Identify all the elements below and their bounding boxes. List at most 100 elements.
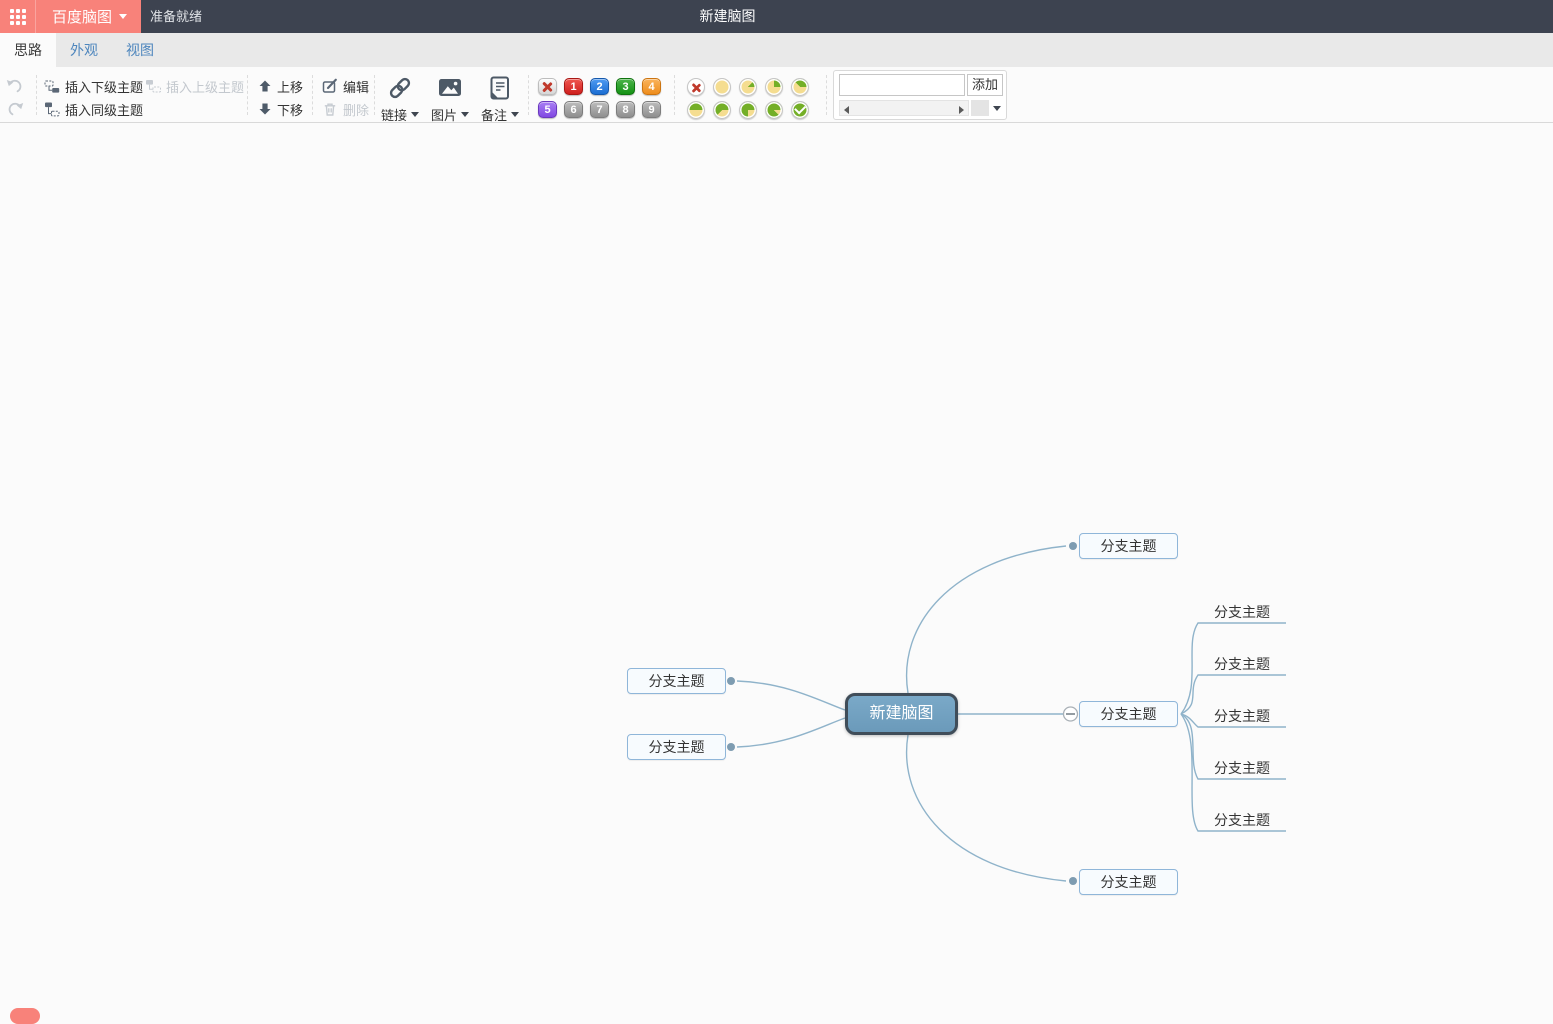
connector-dot <box>1069 877 1077 885</box>
delete-button[interactable]: 删除 <box>322 99 369 119</box>
progress-2-8-button[interactable] <box>765 78 783 96</box>
connector-dot <box>1069 542 1077 550</box>
progress-7-8-button[interactable] <box>765 101 783 119</box>
sub-branch-node-2[interactable]: 分支主题 <box>1198 656 1286 673</box>
insert-child-topic-button[interactable]: 插入下级主题 <box>44 76 143 96</box>
separator <box>826 75 827 115</box>
progress-3-8-button[interactable] <box>791 78 809 96</box>
insert-child-label: 插入下级主题 <box>65 79 144 95</box>
edit-label: 编辑 <box>343 79 370 95</box>
tag-dropdown-button[interactable] <box>993 106 1001 111</box>
insert-child-icon <box>44 78 60 94</box>
priority-8-button[interactable]: 8 <box>616 101 635 118</box>
arrow-down-icon <box>258 102 272 116</box>
priority-3-button[interactable]: 3 <box>616 78 635 95</box>
progress-done-button[interactable] <box>791 101 809 119</box>
progress-0-button[interactable] <box>713 78 731 96</box>
brand-menu-button[interactable]: 百度脑图 <box>36 0 141 33</box>
branch-node-right-middle[interactable]: 分支主题 <box>1079 701 1178 727</box>
mindmap-canvas[interactable]: 新建脑图 分支主题 分支主题 分支主题 分支主题 分支主题 分支主题 分支主题 … <box>0 124 1553 1017</box>
note-button[interactable]: 备注 <box>478 73 522 124</box>
root-node[interactable]: 新建脑图 <box>845 693 958 735</box>
tag-add-button[interactable]: 添加 <box>967 74 1003 96</box>
note-label: 备注 <box>480 108 507 123</box>
progress-4-8-button[interactable] <box>687 101 705 119</box>
separator <box>36 75 37 115</box>
trash-icon <box>322 101 338 117</box>
separator <box>312 75 313 115</box>
progress-5-8-button[interactable] <box>713 101 731 119</box>
tag-scroll-thumb[interactable] <box>971 100 989 116</box>
branch-node-right-bottom[interactable]: 分支主题 <box>1079 869 1178 895</box>
move-down-button[interactable]: 下移 <box>258 99 303 119</box>
link-button[interactable]: 链接 <box>378 73 422 124</box>
image-button[interactable]: 图片 <box>428 73 472 124</box>
undo-button[interactable] <box>4 75 26 97</box>
check-icon <box>794 102 806 115</box>
toolbar: 插入下级主题 插入上级主题 插入同级主题 上移 下移 编辑 删除 链接 图片 备… <box>0 67 1553 123</box>
delete-label: 删除 <box>343 102 370 118</box>
scroll-left-icon[interactable] <box>844 105 849 114</box>
insert-parent-label: 插入上级主题 <box>166 79 245 95</box>
connector-dot <box>727 677 735 685</box>
sub-branch-node-4[interactable]: 分支主题 <box>1198 760 1286 777</box>
corner-floating-button[interactable] <box>10 1008 40 1024</box>
separator <box>528 75 529 115</box>
priority-clear-button[interactable] <box>538 78 557 95</box>
tab-ideas[interactable]: 思路 <box>0 33 56 67</box>
move-down-label: 下移 <box>277 102 304 118</box>
progress-1-8-button[interactable] <box>739 78 757 96</box>
arrow-up-icon <box>258 79 272 93</box>
tag-scrollbar[interactable] <box>839 100 969 116</box>
priority-5-button[interactable]: 5 <box>538 101 557 118</box>
move-up-label: 上移 <box>277 79 304 95</box>
image-icon <box>428 73 472 101</box>
branch-node-left-1[interactable]: 分支主题 <box>627 668 726 694</box>
brand-area: 百度脑图 <box>0 0 142 33</box>
redo-button[interactable] <box>4 98 26 120</box>
mindmap-connectors <box>727 542 1286 885</box>
redo-icon <box>8 102 24 116</box>
top-bar: 百度脑图 准备就绪 新建脑图 <box>0 0 1553 33</box>
sub-branch-node-5[interactable]: 分支主题 <box>1198 812 1286 829</box>
insert-sibling-topic-button[interactable]: 插入同级主题 <box>44 99 143 119</box>
edit-button[interactable]: 编辑 <box>322 76 369 96</box>
scroll-right-icon[interactable] <box>959 105 964 114</box>
tag-group: 添加 <box>833 70 1007 120</box>
edit-icon <box>322 78 338 94</box>
link-label: 链接 <box>380 108 407 123</box>
apps-grid-button[interactable] <box>0 0 36 33</box>
insert-sibling-icon <box>44 101 60 117</box>
separator <box>374 75 375 115</box>
tab-bar: 思路 外观 视图 <box>0 33 1553 67</box>
branch-node-left-2[interactable]: 分支主题 <box>627 734 726 760</box>
insert-parent-icon <box>145 78 161 94</box>
branch-node-right-top[interactable]: 分支主题 <box>1079 533 1178 559</box>
connector-dot <box>727 743 735 751</box>
move-up-button[interactable]: 上移 <box>258 76 303 96</box>
tag-input[interactable] <box>839 74 965 96</box>
tab-view[interactable]: 视图 <box>112 33 168 67</box>
chevron-down-icon <box>461 112 469 117</box>
priority-6-button[interactable]: 6 <box>564 101 583 118</box>
chevron-down-icon <box>411 112 419 117</box>
sub-branch-node-1[interactable]: 分支主题 <box>1198 604 1286 621</box>
priority-1-button[interactable]: 1 <box>564 78 583 95</box>
undo-icon <box>6 79 22 93</box>
insert-parent-topic-button[interactable]: 插入上级主题 <box>145 76 244 96</box>
separator <box>674 75 675 115</box>
tab-appearance[interactable]: 外观 <box>56 33 112 67</box>
progress-clear-button[interactable] <box>687 78 705 96</box>
brand-label: 百度脑图 <box>52 9 113 26</box>
image-label: 图片 <box>430 108 457 123</box>
chevron-down-icon <box>511 112 519 117</box>
x-icon <box>542 81 553 92</box>
priority-2-button[interactable]: 2 <box>590 78 609 95</box>
insert-sibling-label: 插入同级主题 <box>65 102 144 118</box>
priority-4-button[interactable]: 4 <box>642 78 661 95</box>
sub-branch-node-3[interactable]: 分支主题 <box>1198 708 1286 725</box>
progress-6-8-button[interactable] <box>739 101 757 119</box>
priority-7-button[interactable]: 7 <box>590 101 609 118</box>
priority-9-button[interactable]: 9 <box>642 101 661 118</box>
link-icon <box>378 73 422 101</box>
